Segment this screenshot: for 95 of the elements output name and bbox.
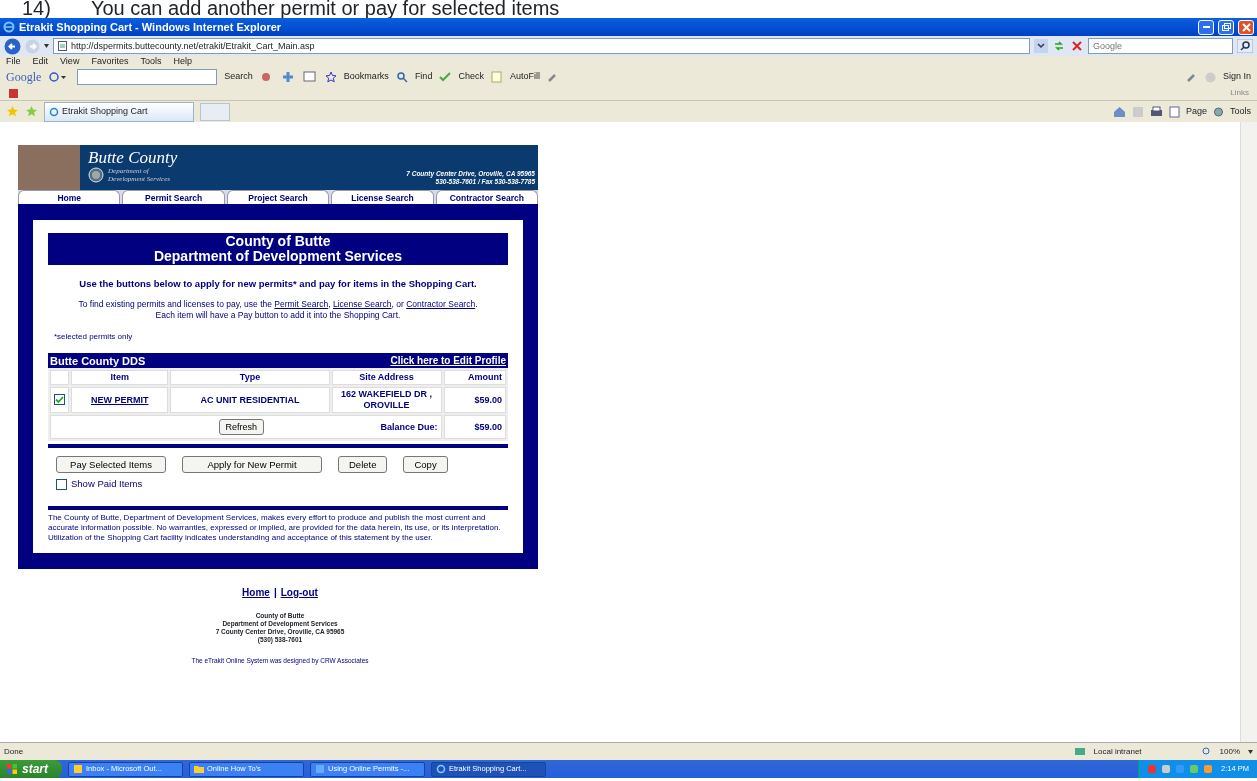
- stop-icon[interactable]: [1070, 39, 1084, 53]
- refresh-button[interactable]: Refresh: [218, 419, 264, 436]
- form-icon: [490, 71, 503, 83]
- star-icon: [324, 71, 337, 83]
- browser-tab[interactable]: Etrakit Shopping Cart: [44, 101, 194, 122]
- caret-icon[interactable]: [44, 44, 49, 48]
- search-link[interactable]: Search: [224, 70, 253, 84]
- balance-label: Balance Due:: [380, 421, 438, 433]
- back-icon[interactable]: [4, 37, 21, 55]
- home-icon[interactable]: [1112, 105, 1126, 118]
- new-tab-button[interactable]: [200, 102, 230, 121]
- zone-text: Local intranet: [1093, 745, 1143, 758]
- nav-tab[interactable]: License Search: [331, 190, 434, 204]
- instructions-text: To find existing permits and licenses to pay, use the Permit Search, License Search, or Contractor Search. Each item will have a Pay button to add it into the Shopping Cart.: [77, 299, 479, 322]
- table-cell: $59.00: [443, 415, 506, 440]
- nav-tab[interactable]: Permit Search: [122, 190, 225, 204]
- sign-in-link[interactable]: Sign In: [1222, 70, 1251, 84]
- search-field[interactable]: Google: [1088, 38, 1233, 54]
- toolbar-button[interactable]: Check: [458, 70, 484, 84]
- plus-icon[interactable]: [280, 71, 295, 83]
- page-icon: [58, 41, 67, 51]
- column-header: Site Address: [331, 370, 442, 386]
- action-button[interactable]: Delete: [338, 456, 388, 474]
- menu-item[interactable]: Help: [173, 55, 192, 69]
- page-icon: [1168, 105, 1180, 118]
- google-search-field[interactable]: [77, 69, 218, 85]
- command-button[interactable]: Tools: [1230, 104, 1251, 119]
- footer-link[interactable]: Log-out: [280, 584, 318, 600]
- edit-profile-link[interactable]: Click here to Edit Profile: [390, 353, 506, 369]
- column-header: Item: [71, 370, 169, 386]
- command-button[interactable]: Page: [1185, 104, 1207, 119]
- minimize-icon: [1202, 26, 1210, 28]
- tray-icon[interactable]: [1189, 764, 1200, 774]
- action-button[interactable]: Pay Selected Items: [56, 456, 166, 474]
- photo-placeholder: [18, 145, 80, 190]
- action-button[interactable]: Copy: [403, 456, 448, 474]
- restore-icon: [1221, 23, 1231, 31]
- cart-title: Butte County DDS: [50, 353, 146, 369]
- checkmark-icon: [55, 394, 64, 404]
- disclaimer-text: The County of Butte, Department of Development Services, makes every effort to produce and publish the most current and accurate information possible. No warranties, expressed or implied, are provided for the data herein, its use, or its interpretation. Utilization of the Shopping Cart facility indicates understanding and acceptance of this statement by the user.: [48, 512, 502, 543]
- profile-circle-icon: [1204, 71, 1216, 83]
- menu-item[interactable]: View: [60, 55, 80, 69]
- tray-icon[interactable]: [1161, 764, 1172, 774]
- print-icon[interactable]: [1149, 105, 1163, 118]
- table-cell: AC UNIT RESIDENTIAL: [170, 387, 330, 414]
- page-heading: County of Butte Department of Development Services: [48, 233, 508, 265]
- nav-tab[interactable]: Home: [18, 190, 121, 204]
- add-favorite-icon[interactable]: [25, 105, 38, 118]
- google-logo: Google: [6, 69, 42, 86]
- show-paid-checkbox[interactable]: [56, 478, 67, 490]
- table-cell: 162 WAKEFIELD DR , OROVILLE: [331, 387, 442, 414]
- county-seal-icon: [88, 167, 104, 183]
- site-title: Butte County: [88, 149, 178, 167]
- row-checkbox[interactable]: [54, 393, 65, 405]
- start-button[interactable]: start: [0, 760, 62, 778]
- magnifier-icon: [395, 71, 408, 83]
- menu-item[interactable]: Tools: [140, 55, 162, 69]
- search-link[interactable]: License Search: [332, 299, 392, 310]
- close-button[interactable]: [1238, 19, 1254, 35]
- window-title: Etrakit Shopping Cart - Windows Internet Explorer: [19, 19, 283, 35]
- action-button[interactable]: Apply for New Permit: [182, 456, 322, 474]
- scrollbar[interactable]: [1240, 122, 1257, 742]
- minimize-button[interactable]: [1198, 19, 1214, 35]
- search-icon[interactable]: [1237, 39, 1253, 53]
- favorites-star-icon[interactable]: [6, 105, 19, 118]
- status-text: Done: [4, 745, 25, 758]
- column-header: Amount: [443, 370, 506, 386]
- popup-icon[interactable]: [301, 70, 318, 84]
- table-cell: $59.00: [443, 387, 506, 414]
- checkmark-icon: [439, 71, 452, 83]
- restore-button[interactable]: [1218, 19, 1234, 35]
- caret-icon[interactable]: [1248, 749, 1253, 754]
- nav-tab[interactable]: Contractor Search: [435, 190, 539, 204]
- toolbar-button[interactable]: Find: [414, 70, 433, 84]
- footer-link[interactable]: Home: [242, 584, 270, 600]
- windows-flag-icon: [6, 763, 18, 775]
- toolbar-button[interactable]: AutoFill: [509, 70, 540, 84]
- address-field[interactable]: http://dspermits.buttecounty.net/etrakit/Etrakit_Cart_Main.asp: [53, 38, 1030, 54]
- zoom-level[interactable]: 100%: [1219, 745, 1240, 758]
- footnote-text: *selected permits only: [54, 331, 134, 344]
- document-icon: [315, 764, 325, 774]
- checkbox-label: Show Paid Items: [71, 477, 143, 492]
- menu-item[interactable]: Edit: [32, 55, 49, 69]
- folder-icon: [194, 764, 204, 774]
- tray-icon[interactable]: [1203, 764, 1214, 774]
- link-separator: |: [273, 585, 277, 600]
- mail-icon: [73, 764, 83, 774]
- intro-text: Use the buttons below to apply for new permits* and pay for items in the Shopping Cart.: [78, 277, 478, 291]
- close-icon: [1241, 22, 1251, 32]
- toolbar-button[interactable]: Bookmarks: [343, 70, 389, 84]
- url-text: http://dspermits.buttecounty.net/etrakit/Etrakit_Cart_Main.asp: [71, 40, 315, 53]
- menu-item[interactable]: Favorites: [91, 55, 129, 69]
- nav-tab[interactable]: Project Search: [226, 190, 330, 204]
- column-header: Type: [170, 370, 330, 386]
- menu-item[interactable]: File: [6, 55, 21, 69]
